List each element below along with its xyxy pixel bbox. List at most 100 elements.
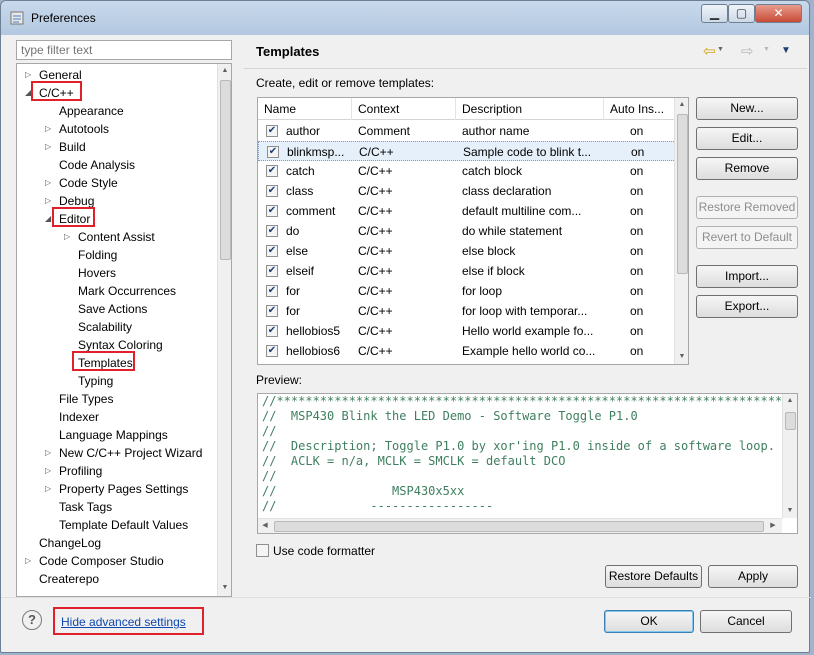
use-code-formatter-checkbox[interactable] [256, 544, 269, 557]
table-row[interactable]: ✔ hellobios6 C/C++ Example hello world co..… [258, 341, 676, 361]
export-button[interactable]: Export... [696, 295, 798, 318]
tree-item[interactable]: ◢ Editor [17, 210, 217, 228]
collapsed-arrow-icon[interactable]: ▷ [45, 138, 51, 156]
edit-button[interactable]: Edit... [696, 127, 798, 150]
tree-item[interactable]: Appearance [17, 102, 217, 120]
row-enabled-checkbox[interactable]: ✔ [266, 245, 278, 257]
collapsed-arrow-icon[interactable]: ▷ [45, 462, 51, 480]
scroll-down-icon[interactable]: ▼ [675, 350, 688, 364]
tree-item[interactable]: ▷ Profiling [17, 462, 217, 480]
back-dropdown-icon[interactable]: ▼ [717, 46, 724, 53]
tree-item[interactable]: Save Actions [17, 300, 217, 318]
column-auto-insert[interactable]: Auto Ins... [604, 98, 676, 120]
row-enabled-checkbox[interactable]: ✔ [266, 185, 278, 197]
preview-pane[interactable]: //**************************************… [257, 393, 798, 534]
expanded-arrow-icon[interactable]: ◢ [45, 210, 51, 228]
row-enabled-checkbox[interactable]: ✔ [267, 146, 279, 158]
apply-button[interactable]: Apply [708, 565, 798, 588]
preview-hscroll-thumb[interactable] [274, 521, 764, 532]
forward-arrow-icon[interactable]: ⇨ [741, 42, 754, 60]
table-row[interactable]: ✔ do C/C++ do while statement on [258, 221, 676, 241]
column-context[interactable]: Context [352, 98, 456, 120]
collapsed-arrow-icon[interactable]: ▷ [25, 552, 31, 570]
table-row[interactable]: ✔ for C/C++ for loop with temporar... on [258, 301, 676, 321]
table-row[interactable]: ✔ blinkmsp... C/C++ Sample code to blink t.… [258, 141, 676, 161]
scroll-up-icon[interactable]: ▲ [218, 64, 231, 78]
row-enabled-checkbox[interactable]: ✔ [266, 285, 278, 297]
tree-item[interactable]: ▷ New C/C++ Project Wizard [17, 444, 217, 462]
tree-item[interactable]: Hovers [17, 264, 217, 282]
back-arrow-icon[interactable]: ⇦ [703, 42, 716, 60]
column-description[interactable]: Description [456, 98, 604, 120]
close-button[interactable]: ✕ [755, 4, 802, 23]
tree-item[interactable]: ▷ Code Composer Studio [17, 552, 217, 570]
revert-to-default-button[interactable]: Revert to Default [696, 226, 798, 249]
row-enabled-checkbox[interactable]: ✔ [266, 165, 278, 177]
tree-item[interactable]: Createrepo [17, 570, 217, 588]
table-row[interactable]: ✔ hellobios5 C/C++ Hello world example fo..… [258, 321, 676, 341]
tree-item[interactable]: ▷ Build [17, 138, 217, 156]
view-menu-icon[interactable]: ▼ [781, 45, 791, 56]
row-enabled-checkbox[interactable]: ✔ [266, 345, 278, 357]
tree-item[interactable]: ▷ Code Style [17, 174, 217, 192]
row-enabled-checkbox[interactable]: ✔ [266, 125, 278, 137]
tree-item[interactable]: ▷ Autotools [17, 120, 217, 138]
table-scrollbar[interactable]: ▲ ▼ [674, 98, 688, 364]
tree-item[interactable]: ▷ Property Pages Settings [17, 480, 217, 498]
table-row[interactable]: ✔ else C/C++ else block on [258, 241, 676, 261]
table-scroll-thumb[interactable] [677, 114, 688, 274]
tree-scrollbar[interactable]: ▲ ▼ [217, 64, 231, 596]
row-enabled-checkbox[interactable]: ✔ [266, 325, 278, 337]
collapsed-arrow-icon[interactable]: ▷ [45, 444, 51, 462]
collapsed-arrow-icon[interactable]: ▷ [64, 228, 70, 246]
tree-item[interactable]: ▷ Debug [17, 192, 217, 210]
restore-removed-button[interactable]: Restore Removed [696, 196, 798, 219]
remove-button[interactable]: Remove [696, 157, 798, 180]
row-enabled-checkbox[interactable]: ✔ [266, 265, 278, 277]
collapsed-arrow-icon[interactable]: ▷ [45, 192, 51, 210]
table-row[interactable]: ✔ comment C/C++ default multiline com... on [258, 201, 676, 221]
new-button[interactable]: New... [696, 97, 798, 120]
tree-item[interactable]: ▷ Content Assist [17, 228, 217, 246]
row-enabled-checkbox[interactable]: ✔ [266, 225, 278, 237]
maximize-button[interactable]: ▢ [728, 4, 755, 23]
preview-vscroll-thumb[interactable] [785, 412, 796, 430]
tree-item[interactable]: File Types [17, 390, 217, 408]
tree-item[interactable]: Template Default Values [17, 516, 217, 534]
tree-item[interactable]: ChangeLog [17, 534, 217, 552]
scroll-right-icon[interactable]: ▶ [766, 519, 780, 533]
preview-vertical-scrollbar[interactable]: ▲ ▼ [782, 394, 797, 518]
table-row[interactable]: ✔ for C/C++ for loop on [258, 281, 676, 301]
row-enabled-checkbox[interactable]: ✔ [266, 305, 278, 317]
filter-input[interactable] [16, 40, 232, 60]
tree-item[interactable]: Task Tags [17, 498, 217, 516]
table-row[interactable]: ✔ class C/C++ class declaration on [258, 181, 676, 201]
column-name[interactable]: Name [258, 98, 352, 120]
tree-item[interactable]: Mark Occurrences [17, 282, 217, 300]
cancel-button[interactable]: Cancel [700, 610, 792, 633]
minimize-button[interactable]: ▁ [701, 4, 728, 23]
table-row[interactable]: ✔ author Comment author name on [258, 121, 676, 141]
scroll-up-icon[interactable]: ▲ [675, 98, 688, 112]
scroll-down-icon[interactable]: ▼ [218, 581, 231, 595]
tree-item[interactable]: Code Analysis [17, 156, 217, 174]
table-row[interactable]: ✔ catch C/C++ catch block on [258, 161, 676, 181]
scroll-up-icon[interactable]: ▲ [783, 394, 797, 408]
collapsed-arrow-icon[interactable]: ▷ [45, 480, 51, 498]
table-row[interactable]: ✔ elseif C/C++ else if block on [258, 261, 676, 281]
help-icon[interactable]: ? [22, 610, 42, 630]
tree-item[interactable]: Indexer [17, 408, 217, 426]
collapsed-arrow-icon[interactable]: ▷ [45, 120, 51, 138]
row-enabled-checkbox[interactable]: ✔ [266, 205, 278, 217]
scroll-down-icon[interactable]: ▼ [783, 504, 797, 518]
collapsed-arrow-icon[interactable]: ▷ [45, 174, 51, 192]
ok-button[interactable]: OK [604, 610, 694, 633]
tree-item[interactable]: Language Mappings [17, 426, 217, 444]
restore-defaults-button[interactable]: Restore Defaults [605, 565, 702, 588]
scroll-left-icon[interactable]: ◀ [258, 519, 272, 533]
tree-item[interactable]: Scalability [17, 318, 217, 336]
tree-item[interactable]: Folding [17, 246, 217, 264]
preview-horizontal-scrollbar[interactable]: ◀ ▶ [258, 518, 782, 533]
tree-item[interactable]: Typing [17, 372, 217, 390]
tree-scroll-thumb[interactable] [220, 80, 231, 260]
